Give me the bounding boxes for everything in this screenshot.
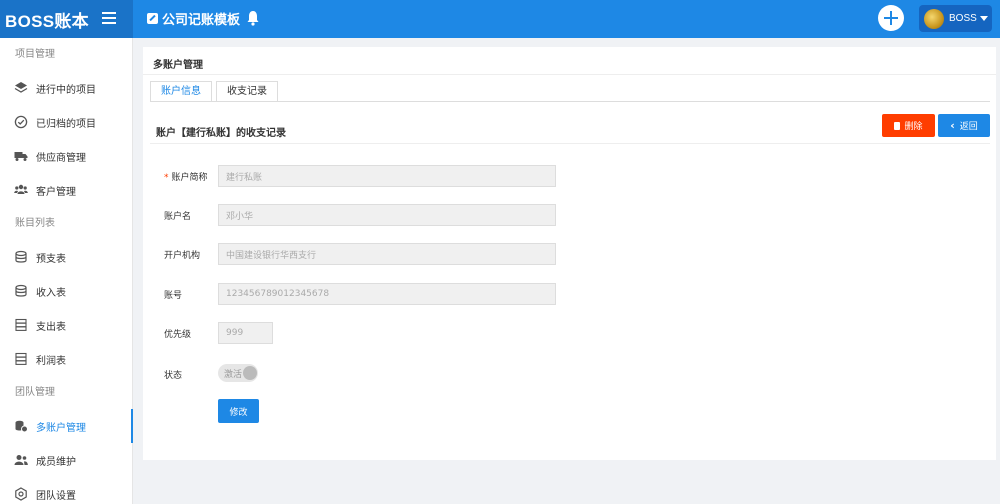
brand-logo[interactable]: BOSS账本 — [5, 7, 89, 32]
tab-transactions[interactable]: 收支记录 — [216, 81, 278, 102]
sidebar: 项目管理 进行中的项目 已归档的项目 供应商管理 客户管理 账目列表 预支表 收… — [0, 38, 133, 504]
accounts-icon — [14, 419, 28, 433]
account-no-input[interactable] — [218, 283, 556, 305]
form-row-short-name: * 账户简称 — [143, 165, 996, 189]
sidebar-item-label: 已归档的项目 — [36, 118, 96, 130]
sidebar-item-active-projects[interactable]: 进行中的项目 — [0, 71, 132, 105]
account-no-label: 账号 — [164, 291, 183, 301]
sidebar-item-label: 团队设置 — [36, 490, 76, 502]
sidebar-item-label: 利润表 — [36, 355, 66, 367]
sidebar-item-members[interactable]: 成员维护 — [0, 443, 132, 477]
back-label: 返回 — [959, 122, 978, 132]
layers-icon — [14, 81, 28, 95]
toggle-knob — [243, 366, 257, 380]
edit-icon — [147, 13, 158, 24]
section-title: 账户【建行私账】的收支记录 — [156, 128, 286, 139]
tab-bar: 账户信息 收支记录 — [150, 81, 282, 102]
divider — [150, 143, 990, 144]
user-name: BOSS — [949, 13, 977, 24]
sidebar-item-label: 收入表 — [36, 287, 66, 299]
check-circle-icon — [14, 115, 28, 129]
database-icon — [14, 284, 28, 298]
institution-input[interactable] — [218, 243, 556, 265]
member-icon — [14, 453, 28, 467]
delete-label: 删除 — [904, 122, 923, 132]
short-name-input[interactable] — [218, 165, 556, 187]
form-row-priority: 优先级 — [143, 322, 996, 346]
short-name-label: * 账户简称 — [164, 173, 208, 183]
delete-button[interactable]: 删除 — [882, 114, 935, 137]
database-icon — [14, 250, 28, 264]
truck-icon — [14, 149, 28, 163]
form-row-status: 状态 激活 — [143, 363, 996, 387]
sidebar-group-title: 团队管理 — [15, 387, 55, 398]
menu-toggle-icon[interactable] — [102, 12, 116, 24]
sidebar-group-title: 账目列表 — [15, 218, 55, 229]
form-row-account-no: 账号 — [143, 283, 996, 307]
user-menu[interactable]: BOSS — [919, 5, 992, 32]
main-panel: 多账户管理 账户信息 收支记录 账户【建行私账】的收支记录 删除 ‹ 返回 * 账… — [143, 47, 996, 460]
sidebar-item-profit[interactable]: 利润表 — [0, 342, 132, 376]
sidebar-item-multi-accounts[interactable]: 多账户管理 — [0, 409, 133, 443]
sidebar-item-suppliers[interactable]: 供应商管理 — [0, 139, 132, 173]
divider — [143, 74, 996, 75]
sidebar-item-label: 支出表 — [36, 321, 66, 333]
chevron-left-icon: ‹ — [950, 119, 955, 132]
sidebar-item-team-settings[interactable]: 团队设置 — [0, 477, 132, 504]
required-marker: * — [164, 173, 169, 183]
bell-icon[interactable] — [247, 10, 259, 26]
account-name-input[interactable] — [218, 204, 556, 226]
users-icon — [14, 183, 28, 197]
settings-icon — [14, 487, 28, 501]
sidebar-item-advance[interactable]: 预支表 — [0, 240, 132, 274]
sidebar-item-income[interactable]: 收入表 — [0, 274, 132, 308]
sidebar-item-label: 成员维护 — [36, 456, 76, 468]
edit-button[interactable]: 修改 — [218, 399, 259, 423]
sidebar-item-label: 进行中的项目 — [36, 84, 96, 96]
back-button[interactable]: ‹ 返回 — [938, 114, 990, 137]
tabs-underline — [150, 101, 990, 102]
avatar — [924, 8, 944, 29]
sidebar-item-label: 供应商管理 — [36, 152, 86, 164]
priority-input[interactable] — [218, 322, 273, 344]
add-button[interactable] — [878, 5, 904, 31]
status-toggle[interactable]: 激活 — [218, 364, 258, 382]
page-title: 多账户管理 — [153, 60, 203, 71]
company-template-link[interactable]: 公司记账模板 — [147, 9, 240, 28]
trash-icon — [894, 121, 901, 130]
sidebar-item-expense[interactable]: 支出表 — [0, 308, 132, 342]
sidebar-item-label: 客户管理 — [36, 186, 76, 198]
form-row-institution: 开户机构 — [143, 243, 996, 267]
form-row-account-name: 账户名 — [143, 204, 996, 228]
sidebar-group-title: 项目管理 — [15, 49, 55, 60]
institution-label: 开户机构 — [164, 251, 201, 261]
server-icon — [14, 352, 28, 366]
account-name-label: 账户名 — [164, 212, 192, 222]
tab-account-info[interactable]: 账户信息 — [150, 81, 212, 102]
status-label: 状态 — [164, 371, 183, 381]
sidebar-item-archived-projects[interactable]: 已归档的项目 — [0, 105, 132, 139]
priority-label: 优先级 — [164, 330, 192, 340]
sidebar-item-label: 多账户管理 — [36, 422, 86, 434]
server-icon — [14, 318, 28, 332]
header-title: 公司记账模板 — [162, 13, 241, 28]
caret-down-icon — [979, 16, 988, 21]
top-header: BOSS账本 公司记账模板 BOSS — [0, 0, 1000, 38]
sidebar-item-label: 预支表 — [36, 253, 66, 265]
sidebar-item-customers[interactable]: 客户管理 — [0, 173, 132, 207]
status-toggle-text: 激活 — [224, 369, 243, 380]
